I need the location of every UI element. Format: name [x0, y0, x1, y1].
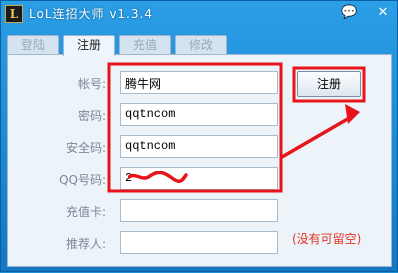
title-bar[interactable]: L LoL连招大师 v1.3.4 💬 ✕ — [1, 1, 397, 27]
tab-modify[interactable]: 修改 — [175, 35, 227, 54]
referrer-label: 推荐人: — [65, 237, 106, 251]
register-button[interactable]: 注册 — [297, 71, 361, 97]
qq-number-label: QQ号码: — [59, 173, 106, 187]
referrer-hint: (没有可留空) — [292, 232, 362, 246]
close-icon[interactable]: ✕ — [375, 5, 391, 21]
tab-register[interactable]: 注册 — [63, 35, 115, 56]
app-window: L LoL连招大师 v1.3.4 💬 ✕ 登陆 注册 充值 修改 帐号: 腾牛网… — [0, 0, 398, 272]
window-title: LoL连招大师 v1.3.4 — [29, 7, 153, 21]
tab-bar: 登陆 注册 充值 修改 — [7, 35, 393, 56]
recharge-card-label: 充值卡: — [65, 205, 106, 219]
referrer-field[interactable] — [120, 231, 278, 254]
security-code-field[interactable]: qqtncom — [120, 135, 278, 158]
recharge-card-field[interactable] — [120, 199, 278, 222]
redacted-scribble — [128, 171, 188, 183]
password-field[interactable]: qqtncom — [120, 103, 278, 126]
register-panel: 帐号: 腾牛网 密码: qqtncom 安全码: qqtncom QQ号码: 2… — [7, 54, 392, 267]
tab-login[interactable]: 登陆 — [7, 35, 59, 54]
account-label: 帐号: — [77, 77, 106, 91]
chat-icon[interactable]: 💬 — [341, 5, 357, 21]
account-field[interactable]: 腾牛网 — [120, 71, 278, 94]
security-code-label: 安全码: — [65, 141, 106, 155]
tab-recharge[interactable]: 充值 — [119, 35, 171, 54]
app-logo-icon: L — [5, 5, 23, 23]
password-label: 密码: — [77, 109, 106, 123]
